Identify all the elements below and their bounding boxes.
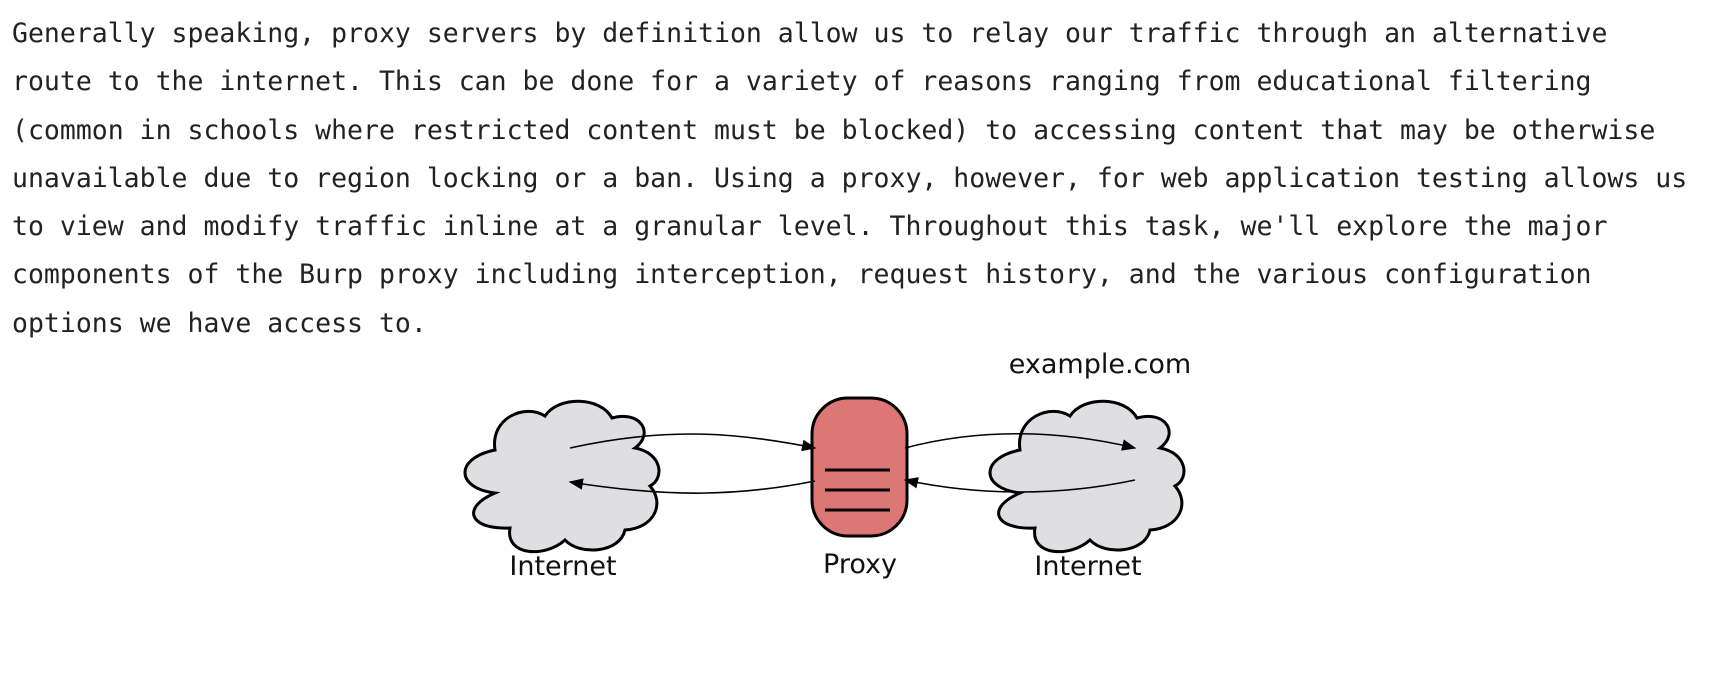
paragraph-line-7: options we have access to. [12, 307, 427, 339]
example-com-label: example.com [1009, 349, 1191, 380]
proxy-server-icon [810, 396, 909, 538]
paragraph-line-1: Generally speaking, proxy servers by def… [12, 18, 1608, 49]
article-content: Generally speaking, proxy servers by def… [12, 10, 1728, 348]
left-cloud-icon [463, 399, 661, 554]
proxy-label: Proxy [823, 549, 897, 580]
left-cloud-label: Internet [509, 551, 616, 582]
intro-paragraph: Generally speaking, proxy servers by def… [12, 10, 1728, 348]
right-cloud-icon [988, 399, 1186, 554]
right-cloud-label: Internet [1034, 551, 1141, 582]
paragraph-line-3: (common in schools where restricted cont… [12, 114, 1656, 146]
proxy-diagram-svg: Internet Proxy Internet example.com [463, 349, 1191, 582]
proxy-diagram: Internet Proxy Internet example.com [440, 338, 1300, 618]
paragraph-line-4: unavailable due to region locking or a b… [12, 162, 1688, 194]
paragraph-line-6: components of the Burp proxy including i… [12, 259, 1592, 291]
paragraph-line-2: route to the internet. This can be done … [12, 66, 1592, 98]
paragraph-line-5: to view and modify traffic inline at a g… [12, 211, 1608, 243]
